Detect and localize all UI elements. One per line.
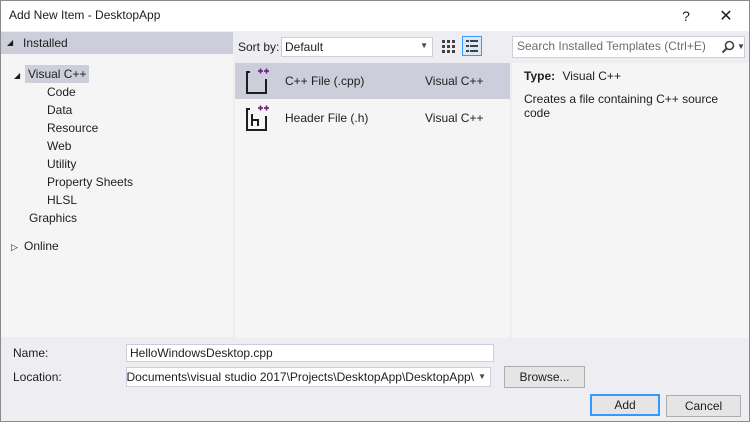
- template-row-header-file[interactable]: Header File (.h) Visual C++: [235, 100, 510, 136]
- template-name: Header File (.h): [285, 111, 369, 125]
- title-bar: Add New Item - DesktopApp ? ✕: [1, 1, 749, 31]
- installed-section-header[interactable]: ◢ Installed: [1, 32, 233, 54]
- tree-item-online[interactable]: Online: [24, 237, 59, 255]
- tree-item-resource[interactable]: Resource: [47, 119, 98, 137]
- cpp-file-icon: [245, 67, 271, 95]
- chevron-down-icon[interactable]: ▼: [478, 372, 486, 381]
- browse-button[interactable]: Browse...: [504, 366, 585, 388]
- details-type: Type: Visual C++: [524, 69, 621, 83]
- chevron-down-icon[interactable]: ▼: [737, 42, 745, 51]
- collapsed-arrow-icon[interactable]: ▷: [11, 242, 18, 253]
- expanded-arrow-icon[interactable]: ◢: [14, 71, 20, 80]
- window-title: Add New Item - DesktopApp: [9, 8, 161, 22]
- sort-by-value: Default: [285, 40, 324, 54]
- close-button[interactable]: ✕: [707, 1, 745, 31]
- type-value: Visual C++: [562, 69, 621, 83]
- header-file-icon: [245, 104, 271, 132]
- tree-item-graphics[interactable]: Graphics: [29, 209, 77, 227]
- details-pane: Type: Visual C++ Creates a file containi…: [512, 63, 749, 338]
- location-dropdown[interactable]: C:\Users\me\Documents\visual studio 2017…: [126, 367, 491, 387]
- tree-item-visual-cpp[interactable]: Visual C++: [25, 65, 90, 83]
- template-row-cpp-file[interactable]: C++ File (.cpp) Visual C++: [235, 63, 510, 99]
- add-new-item-dialog: Add New Item - DesktopApp ? ✕ ◢ Installe…: [0, 0, 750, 422]
- template-name: C++ File (.cpp): [285, 74, 365, 88]
- search-box[interactable]: ▼: [512, 36, 745, 58]
- bottom-form: Name: Location: C:\Users\me\Documents\vi…: [1, 338, 749, 421]
- category-tree: ◢ Installed ◢ Visual C++ Code Data Resou…: [1, 32, 233, 337]
- tree-item-property-sheets[interactable]: Property Sheets: [47, 173, 133, 191]
- template-language: Visual C++: [425, 74, 484, 88]
- template-list: C++ File (.cpp) Visual C++ Header File (…: [235, 63, 510, 338]
- name-field[interactable]: [126, 344, 494, 362]
- search-input[interactable]: [515, 38, 719, 54]
- tree-item-web[interactable]: Web: [47, 137, 71, 155]
- cancel-button[interactable]: Cancel: [666, 395, 741, 417]
- location-label: Location:: [13, 370, 62, 384]
- tree-item-hlsl[interactable]: HLSL: [47, 191, 77, 209]
- collapse-arrow-icon: ◢: [7, 38, 14, 47]
- sort-by-label: Sort by:: [238, 40, 280, 54]
- grid-view-icon[interactable]: [439, 37, 457, 55]
- help-button[interactable]: ?: [667, 1, 705, 31]
- search-icon[interactable]: [721, 40, 735, 54]
- tree-item-code[interactable]: Code: [47, 83, 76, 101]
- list-view-icon[interactable]: [462, 36, 482, 56]
- name-label: Name:: [13, 346, 49, 360]
- template-language: Visual C++: [425, 111, 484, 125]
- type-label: Type:: [524, 69, 556, 83]
- tree-item-data[interactable]: Data: [47, 101, 72, 119]
- sort-by-dropdown[interactable]: Default ▼: [281, 37, 433, 57]
- details-description: Creates a file containing C++ source cod…: [524, 92, 719, 120]
- chevron-down-icon: ▼: [420, 41, 428, 50]
- add-button[interactable]: Add: [590, 394, 660, 416]
- location-value: C:\Users\me\Documents\visual studio 2017…: [126, 370, 474, 384]
- installed-label: Installed: [23, 36, 68, 50]
- tree-item-utility[interactable]: Utility: [47, 155, 76, 173]
